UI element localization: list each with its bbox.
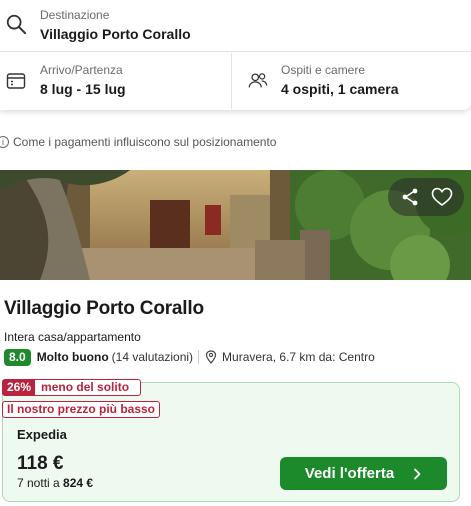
people-icon [248,73,268,88]
rating-label: Molto buono [36,350,109,364]
provider-name: Expedia [17,427,67,442]
guests-label: Ospiti e camere [281,63,366,77]
search-panel: Destinazione Villaggio Porto Corallo Arr… [0,0,471,110]
payment-notice-text: Come i pagamenti influiscono sul posizio… [13,135,277,149]
location-pin-icon [205,350,217,364]
total-price: 824 € [63,476,94,490]
guests-value: 4 ospiti, 1 camera [281,81,399,97]
discount-percent: 26% [3,380,36,395]
rating-row: 8.0 Molto buono (14 valutazioni) Muraver… [4,348,375,366]
price-per-night: 118 € [17,453,64,474]
payment-ranking-notice[interactable]: i Come i pagamenti influiscono sul posiz… [0,134,276,150]
hotel-name[interactable]: Villaggio Porto Corallo [4,298,204,320]
property-type: Intera casa/appartamento [4,330,141,344]
best-price-tag: Il nostro prezzo più basso [2,401,161,418]
nights-prefix: 7 notti a [17,476,60,490]
total-price-line: 7 notti a 824 € [17,476,93,490]
dates-value: 8 lug - 15 lug [40,81,126,97]
rating-score-badge: 8.0 [4,348,31,366]
destination-value: Villaggio Porto Corallo [40,26,191,42]
location-text: Muravera, 6.7 km da: Centro [222,350,375,364]
favorite-button[interactable] [428,183,456,211]
share-icon [402,188,418,206]
guests-field[interactable]: Ospiti e camere 4 ospiti, 1 camera [233,53,471,109]
view-deal-label: Vedi l'offerta [304,465,395,482]
chevron-right-icon [414,468,421,479]
info-icon: i [0,135,9,149]
destination-label: Destinazione [40,8,110,22]
dates-field[interactable]: Arrivo/Partenza 8 lug - 15 lug [0,53,232,109]
hotel-photo[interactable] [0,170,471,280]
view-deal-button[interactable]: Vedi l'offerta [280,457,447,490]
deal-tags: 26% meno del solito Il nostro prezzo più… [2,379,161,418]
photo-actions [388,178,464,216]
dates-label: Arrivo/Partenza [40,63,123,77]
search-icon [6,14,27,35]
discount-text: meno del solito [41,380,130,394]
rating-count: (14 valutazioni) [111,350,194,364]
divider [198,350,200,364]
heart-icon [431,187,453,206]
discount-tag: 26% meno del solito [2,379,141,396]
share-button[interactable] [396,183,424,211]
destination-field[interactable]: Destinazione Villaggio Porto Corallo [0,0,471,52]
calendar-icon [6,73,26,89]
